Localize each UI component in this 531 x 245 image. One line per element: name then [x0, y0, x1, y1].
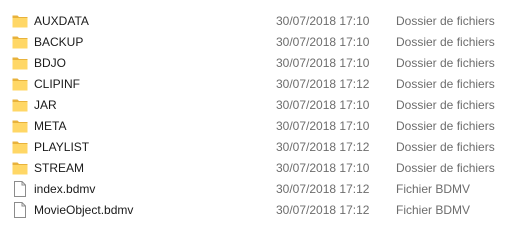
file-name: PLAYLIST — [34, 139, 90, 154]
file-type: Dossier de fichiers — [396, 13, 495, 28]
file-date-modified: 30/07/2018 17:10 — [276, 118, 370, 133]
file-type: Dossier de fichiers — [396, 160, 495, 175]
file-date-modified: 30/07/2018 17:12 — [276, 139, 370, 154]
file-list: AUXDATA 30/07/2018 17:10 Dossier de fich… — [0, 0, 531, 245]
file-name: AUXDATA — [34, 13, 89, 28]
file-name: META — [34, 118, 67, 133]
folder-icon — [12, 13, 28, 29]
list-item[interactable]: JAR 30/07/2018 17:10 Dossier de fichiers — [0, 94, 531, 115]
list-item[interactable]: META 30/07/2018 17:10 Dossier de fichier… — [0, 115, 531, 136]
list-item[interactable]: CLIPINF 30/07/2018 17:12 Dossier de fich… — [0, 73, 531, 94]
file-icon — [12, 201, 28, 218]
file-name: CLIPINF — [34, 76, 81, 91]
list-item[interactable]: STREAM 30/07/2018 17:10 Dossier de fichi… — [0, 157, 531, 178]
list-item[interactable]: PLAYLIST 30/07/2018 17:12 Dossier de fic… — [0, 136, 531, 157]
file-type: Dossier de fichiers — [396, 118, 495, 133]
file-type: Fichier BDMV — [396, 202, 471, 217]
file-date-modified: 30/07/2018 17:12 — [276, 181, 370, 196]
file-date-modified: 30/07/2018 17:10 — [276, 34, 370, 49]
file-name: STREAM — [34, 160, 85, 175]
file-date-modified: 30/07/2018 17:10 — [276, 97, 370, 112]
file-name: JAR — [34, 97, 57, 112]
list-item[interactable]: MovieObject.bdmv 30/07/2018 17:12 Fichie… — [0, 199, 531, 220]
folder-icon — [12, 139, 28, 155]
file-date-modified: 30/07/2018 17:12 — [276, 76, 370, 91]
file-type: Dossier de fichiers — [396, 139, 495, 154]
file-date-modified: 30/07/2018 17:10 — [276, 160, 370, 175]
file-type: Dossier de fichiers — [396, 55, 495, 70]
file-name: MovieObject.bdmv — [34, 202, 134, 217]
list-item[interactable]: AUXDATA 30/07/2018 17:10 Dossier de fich… — [0, 10, 531, 31]
file-type: Dossier de fichiers — [396, 97, 495, 112]
list-item[interactable]: BDJO 30/07/2018 17:10 Dossier de fichier… — [0, 52, 531, 73]
folder-icon — [12, 118, 28, 134]
list-item[interactable]: BACKUP 30/07/2018 17:10 Dossier de fichi… — [0, 31, 531, 52]
folder-icon — [12, 55, 28, 71]
list-item[interactable]: index.bdmv 30/07/2018 17:12 Fichier BDMV — [0, 178, 531, 199]
folder-icon — [12, 34, 28, 50]
folder-icon — [12, 160, 28, 176]
file-name: BACKUP — [34, 34, 84, 49]
file-icon — [12, 180, 28, 197]
folder-icon — [12, 76, 28, 92]
file-date-modified: 30/07/2018 17:12 — [276, 202, 370, 217]
file-type: Fichier BDMV — [396, 181, 471, 196]
file-name: index.bdmv — [34, 181, 96, 196]
file-date-modified: 30/07/2018 17:10 — [276, 55, 370, 70]
folder-icon — [12, 97, 28, 113]
file-type: Dossier de fichiers — [396, 76, 495, 91]
file-date-modified: 30/07/2018 17:10 — [276, 13, 370, 28]
file-name: BDJO — [34, 55, 67, 70]
file-type: Dossier de fichiers — [396, 34, 495, 49]
